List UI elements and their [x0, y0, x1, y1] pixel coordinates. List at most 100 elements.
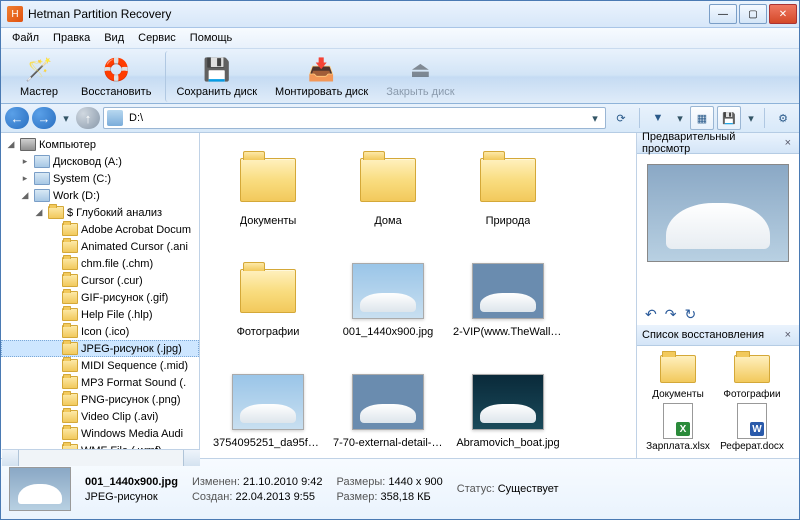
address-bar[interactable]: ▾ — [103, 107, 606, 129]
tree-item[interactable]: Cursor (.cur) — [1, 272, 199, 289]
address-dropdown[interactable]: ▾ — [588, 108, 602, 128]
drv-icon — [34, 189, 50, 203]
folder-item[interactable]: Природа — [448, 145, 568, 256]
recovery-list[interactable]: ДокументыФотографииЗарплата.xlsxРеферат.… — [637, 346, 799, 458]
tree-item[interactable]: PNG-рисунок (.png) — [1, 391, 199, 408]
tree-label: GIF-рисунок (.gif) — [81, 292, 168, 304]
refresh-button[interactable]: ⟳ — [609, 106, 633, 130]
menu-edit[interactable]: Правка — [46, 30, 97, 46]
toolbar-save-button[interactable]: 💾Сохранить диск — [165, 51, 265, 102]
image-item[interactable]: Abramovich_boat.jpg — [448, 367, 568, 458]
save-icon: 💾 — [202, 55, 232, 85]
toolbar-label: Мастер — [20, 86, 58, 98]
preview-pane — [637, 154, 799, 303]
divider — [639, 108, 640, 128]
tree-item[interactable]: ▸Дисковод (A:) — [1, 153, 199, 170]
tree-label: Animated Cursor (.ani — [81, 241, 188, 253]
nav-back-button[interactable]: ← — [5, 107, 29, 129]
tree-item[interactable]: Help File (.hlp) — [1, 306, 199, 323]
preview-header[interactable]: Предварительный просмотр × — [637, 133, 799, 154]
file-grid[interactable]: Документы Дома Природа Фотографии 001_1440x9… — [200, 133, 636, 458]
status-state-label: Статус: — [457, 483, 495, 495]
image-thumbnail — [352, 263, 424, 319]
item-label: Природа — [486, 215, 531, 227]
tree-item[interactable]: ▸System (C:) — [1, 170, 199, 187]
item-label: Дома — [374, 215, 401, 227]
nav-history-dropdown[interactable]: ▾ — [59, 108, 73, 128]
toolbar-recover-button[interactable]: 🛟Восстановить — [73, 51, 159, 102]
recovery-item[interactable]: Документы — [643, 352, 713, 400]
options-button[interactable]: ⚙ — [771, 106, 795, 130]
folder-icon — [660, 355, 696, 383]
tree-item[interactable]: MP3 Format Sound (. — [1, 374, 199, 391]
mount-icon: 📥 — [307, 55, 337, 85]
status-filename: 001_1440x900.jpg — [85, 476, 178, 488]
menu-view[interactable]: Вид — [97, 30, 131, 46]
filter-dropdown[interactable]: ▾ — [673, 108, 687, 128]
nav-forward-button[interactable]: → — [32, 107, 56, 129]
recovery-item[interactable]: Реферат.docx — [717, 404, 787, 452]
folder-item[interactable]: Документы — [208, 145, 328, 256]
image-thumbnail — [232, 374, 304, 430]
image-item[interactable]: 2-VIP(www.TheWallpapers.... — [448, 256, 568, 367]
address-input[interactable] — [127, 111, 588, 125]
fol-icon — [62, 240, 78, 254]
status-created-label: Создан: — [192, 491, 232, 503]
folder-item[interactable]: Дома — [328, 145, 448, 256]
rotate-right-icon[interactable]: ↷ — [665, 306, 677, 323]
tree-item[interactable]: Windows Media Audi — [1, 425, 199, 442]
image-item[interactable]: 7-70-external-detail-with-lo... — [328, 367, 448, 458]
nav-up-button[interactable]: ↑ — [76, 107, 100, 129]
reset-icon[interactable]: ↻ — [684, 306, 696, 323]
recovery-list-header[interactable]: Список восстановления × — [637, 325, 799, 346]
status-modified-label: Изменен: — [192, 476, 240, 488]
close-button[interactable]: ✕ — [769, 4, 797, 24]
tree-item[interactable]: GIF-рисунок (.gif) — [1, 289, 199, 306]
right-panels: Предварительный просмотр × ↶ ↷ ↻ Список … — [636, 133, 799, 458]
titlebar[interactable]: H Hetman Partition Recovery — ▢ ✕ — [1, 1, 799, 28]
minimize-button[interactable]: — — [709, 4, 737, 24]
tree-item[interactable]: chm.file (.chm) — [1, 255, 199, 272]
folder-item[interactable]: Фотографии — [208, 256, 328, 367]
tree-h-scrollbar[interactable] — [2, 449, 200, 466]
view-list-button[interactable]: ▦ — [690, 106, 714, 130]
expand-icon[interactable]: ▸ — [19, 156, 31, 167]
recovery-list-close-icon[interactable]: × — [782, 329, 794, 341]
menu-file[interactable]: Файл — [5, 30, 46, 46]
toolbar-wizard-button[interactable]: 🪄Мастер — [7, 51, 71, 102]
expand-icon[interactable]: ◢ — [5, 139, 17, 150]
menu-help[interactable]: Помощь — [183, 30, 240, 46]
menu-service[interactable]: Сервис — [131, 30, 183, 46]
fol-icon — [62, 274, 78, 288]
recovery-item[interactable]: Фотографии — [717, 352, 787, 400]
folder-icon — [360, 158, 416, 202]
filter-button[interactable]: ▼ — [646, 106, 670, 130]
view-save-button[interactable]: 💾 — [717, 106, 741, 130]
tree-item[interactable]: JPEG-рисунок (.jpg) — [1, 340, 199, 357]
tree-item[interactable]: ◢$ Глубокий анализ — [1, 204, 199, 221]
tree-item[interactable]: Video Clip (.avi) — [1, 408, 199, 425]
maximize-button[interactable]: ▢ — [739, 4, 767, 24]
preview-image — [647, 164, 789, 262]
tree-item[interactable]: Adobe Acrobat Docum — [1, 221, 199, 238]
tree-item[interactable]: Animated Cursor (.ani — [1, 238, 199, 255]
tree-item[interactable]: MIDI Sequence (.mid) — [1, 357, 199, 374]
view-dropdown[interactable]: ▾ — [744, 108, 758, 128]
image-item[interactable]: 001_1440x900.jpg — [328, 256, 448, 367]
expand-icon[interactable]: ◢ — [19, 190, 31, 201]
item-label: 001_1440x900.jpg — [343, 326, 434, 338]
rotate-left-icon[interactable]: ↶ — [645, 306, 657, 323]
expand-icon[interactable]: ▸ — [19, 173, 31, 184]
drv-icon — [34, 155, 50, 169]
tree-item[interactable]: Icon (.ico) — [1, 323, 199, 340]
expand-icon[interactable]: ◢ — [33, 207, 45, 218]
tree-item[interactable]: ◢Work (D:) — [1, 187, 199, 204]
folder-tree[interactable]: ◢Компьютер▸Дисковод (A:)▸System (C:)◢Wor… — [1, 133, 200, 458]
tree-item[interactable]: ◢Компьютер — [1, 136, 199, 153]
toolbar-mount-button[interactable]: 📥Монтировать диск — [267, 51, 376, 102]
recovery-item[interactable]: Зарплата.xlsx — [643, 404, 713, 452]
folder-icon — [240, 158, 296, 202]
image-item[interactable]: 3754095251_da95fc1925_o.jpg — [208, 367, 328, 458]
fol-icon — [62, 410, 78, 424]
preview-close-icon[interactable]: × — [782, 137, 794, 149]
